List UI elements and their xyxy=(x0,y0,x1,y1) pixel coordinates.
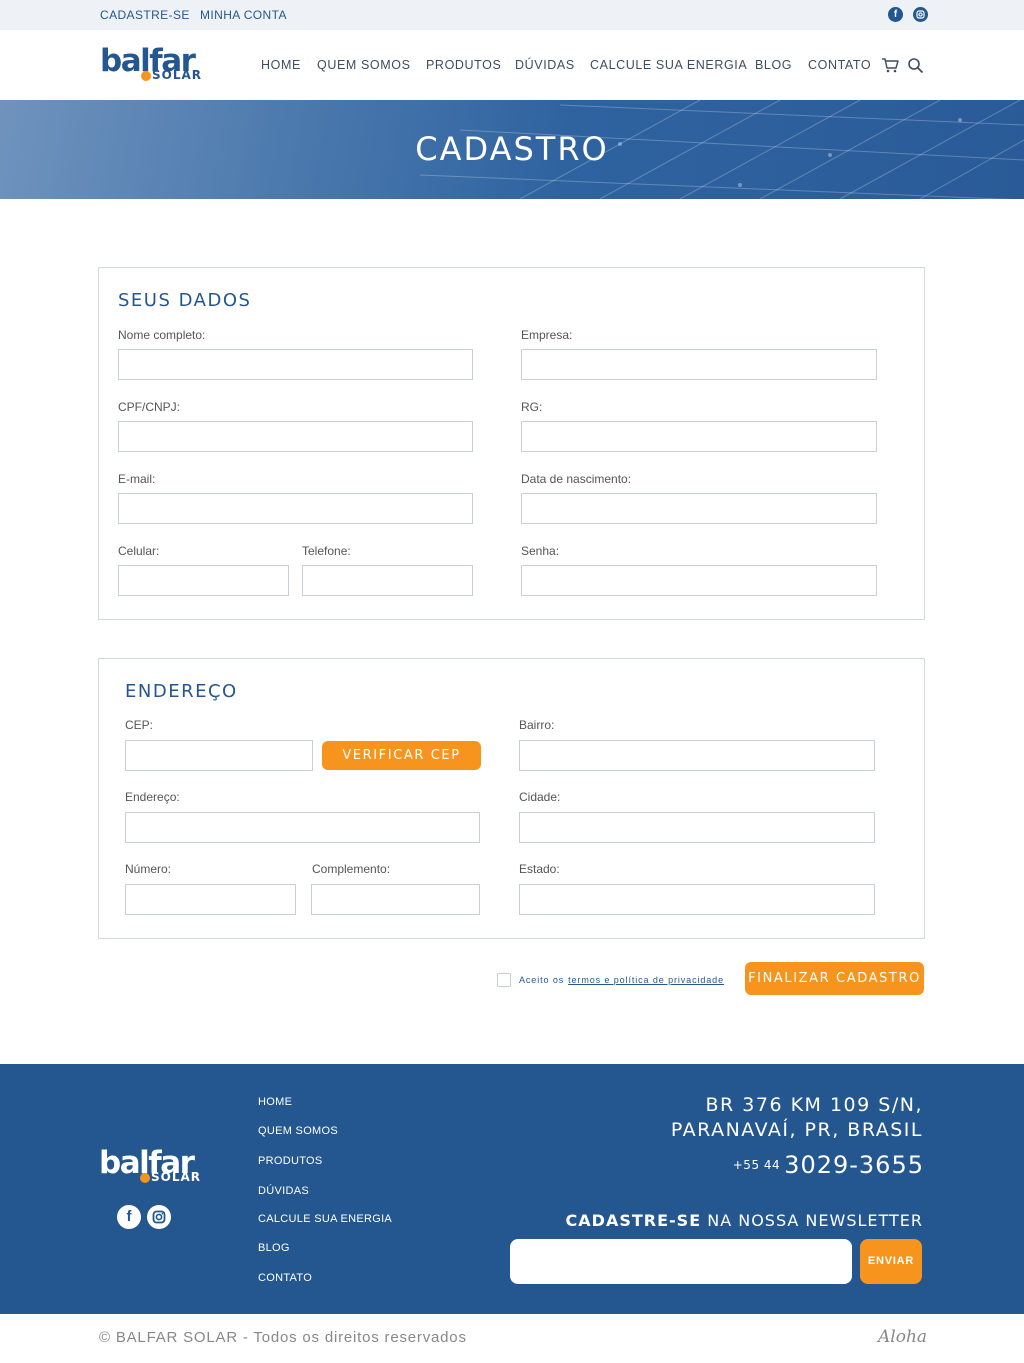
submit-registration-button[interactable]: FINALIZAR CADASTRO xyxy=(745,962,924,995)
verify-cep-button[interactable]: VERIFICAR CEP xyxy=(322,741,481,770)
section-title: SEUS DADOS xyxy=(118,290,252,311)
nav-quem-somos[interactable]: QUEM SOMOS xyxy=(317,58,411,72)
telefone-field[interactable] xyxy=(302,565,473,596)
footer-nav-quem-somos[interactable]: QUEM SOMOS xyxy=(258,1125,338,1137)
footer-logo[interactable]: balfar SOLAR xyxy=(99,1148,204,1188)
nav-duvidas[interactable]: DÚVIDAS xyxy=(515,58,575,72)
site-header: balfar SOLAR HOME QUEM SOMOS PRODUTOS DÚ… xyxy=(0,30,1024,100)
nav-produtos[interactable]: PRODUTOS xyxy=(426,58,501,72)
footer-nav-duvidas[interactable]: DÚVIDAS xyxy=(258,1185,309,1197)
terms-consent: Aceito os termos e política de privacida… xyxy=(497,973,724,987)
label-rg: RG: xyxy=(521,400,543,414)
state-field[interactable] xyxy=(519,884,875,915)
street-field[interactable] xyxy=(125,812,480,843)
site-footer: balfar SOLAR f HOME QUEM SOMOS PRODUTOS … xyxy=(0,1064,1024,1314)
consent-text: Aceito os xyxy=(519,975,565,985)
my-account-link[interactable]: MINHA CONTA xyxy=(200,8,287,22)
label-estado: Estado: xyxy=(519,862,560,876)
footer-nav-calcule[interactable]: CALCULE SUA ENERGIA xyxy=(258,1213,392,1225)
address-section: ENDEREÇO CEP: VERIFICAR CEP Bairro: Ende… xyxy=(98,658,925,939)
label-numero: Número: xyxy=(125,862,172,876)
phone-digits: 3029-3655 xyxy=(784,1151,924,1179)
newsletter-email-input[interactable] xyxy=(510,1239,852,1284)
footer-nav-home[interactable]: HOME xyxy=(258,1096,292,1108)
search-icon[interactable] xyxy=(907,57,924,74)
address-line-2: PARANAVAÍ, PR, BRASIL xyxy=(670,1119,923,1141)
nav-calcule[interactable]: CALCULE SUA ENERGIA xyxy=(590,58,747,72)
nome-field[interactable] xyxy=(118,349,473,380)
nav-home[interactable]: HOME xyxy=(261,58,301,72)
agency-credit-logo[interactable]: Aloha xyxy=(878,1327,927,1347)
bairro-field[interactable] xyxy=(519,740,875,771)
instagram-icon[interactable] xyxy=(913,7,928,22)
page-banner: CADASTRO xyxy=(0,100,1024,199)
label-nome: Nome completo: xyxy=(118,328,206,342)
label-bairro: Bairro: xyxy=(519,718,555,732)
facebook-icon[interactable]: f xyxy=(888,7,903,22)
label-endereco: Endereço: xyxy=(125,790,180,804)
top-utility-bar: CADASTRE-SE MINHA CONTA f xyxy=(0,0,1024,30)
facebook-icon[interactable]: f xyxy=(117,1205,141,1229)
label-nascimento: Data de nascimento: xyxy=(521,472,632,486)
rg-field[interactable] xyxy=(521,421,877,452)
label-email: E-mail: xyxy=(118,472,156,486)
label-cidade: Cidade: xyxy=(519,790,561,804)
phone-number: +55 44 3029-3655 xyxy=(733,1151,924,1179)
logo-solar: SOLAR xyxy=(139,1171,201,1183)
register-link[interactable]: CADASTRE-SE xyxy=(100,8,190,22)
brand-logo[interactable]: balfar SOLAR xyxy=(100,46,205,86)
label-complemento: Complemento: xyxy=(312,862,391,876)
nav-contato[interactable]: CONTATO xyxy=(808,58,871,72)
copyright-text: © BALFAR SOLAR - Todos os direitos reser… xyxy=(99,1329,467,1346)
label-celular: Celular: xyxy=(118,544,160,558)
email-field[interactable] xyxy=(118,493,473,524)
nav-blog[interactable]: BLOG xyxy=(755,58,792,72)
footer-nav-contato[interactable]: CONTATO xyxy=(258,1272,312,1284)
sun-icon xyxy=(140,1172,150,1183)
copyright-bar: © BALFAR SOLAR - Todos os direitos reser… xyxy=(0,1314,1024,1363)
newsletter-heading: CADASTRE-SE NA NOSSA NEWSLETTER xyxy=(566,1211,923,1230)
label-senha: Senha: xyxy=(521,544,560,558)
label-empresa: Empresa: xyxy=(521,328,573,342)
terms-link[interactable]: termos e política de privacidade xyxy=(568,975,724,985)
footer-nav-produtos[interactable]: PRODUTOS xyxy=(258,1155,323,1167)
footer-nav-blog[interactable]: BLOG xyxy=(258,1242,290,1254)
cpf-cnpj-field[interactable] xyxy=(118,421,473,452)
password-field[interactable] xyxy=(521,565,877,596)
empresa-field[interactable] xyxy=(521,349,877,380)
number-field[interactable] xyxy=(125,884,296,915)
address-line-1: BR 376 KM 109 S/N, xyxy=(705,1094,923,1116)
phone-prefix: +55 44 xyxy=(732,1158,781,1172)
birthdate-field[interactable] xyxy=(521,493,877,524)
section-title: ENDEREÇO xyxy=(125,681,238,702)
logo-solar: SOLAR xyxy=(140,69,202,81)
complement-field[interactable] xyxy=(311,884,480,915)
terms-checkbox[interactable] xyxy=(497,973,511,987)
page-title: CADASTRO xyxy=(415,130,609,168)
cep-field[interactable] xyxy=(125,740,313,771)
label-cpf: CPF/CNPJ: xyxy=(118,400,181,414)
label-cep: CEP: xyxy=(125,718,154,732)
newsletter-send-button[interactable]: ENVIAR xyxy=(860,1239,922,1284)
personal-data-section: SEUS DADOS Nome completo: Empresa: CPF/C… xyxy=(98,267,925,620)
newsletter-rest: NA NOSSA NEWSLETTER xyxy=(707,1211,923,1230)
newsletter-bold: CADASTRE-SE xyxy=(565,1211,702,1230)
sun-icon xyxy=(141,70,151,81)
celular-field[interactable] xyxy=(118,565,289,596)
instagram-icon[interactable] xyxy=(147,1205,171,1229)
cart-icon[interactable] xyxy=(881,57,899,73)
label-telefone: Telefone: xyxy=(302,544,351,558)
city-field[interactable] xyxy=(519,812,875,843)
